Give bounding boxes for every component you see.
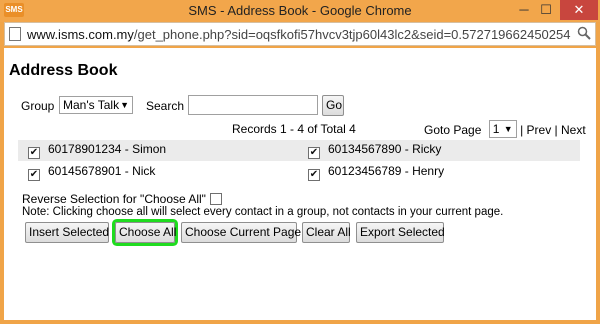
browser-window: SMS SMS - Address Book - Google Chrome ─…: [0, 0, 600, 324]
title-bar: SMS SMS - Address Book - Google Chrome ─…: [0, 0, 600, 22]
magnifier-icon[interactable]: [577, 26, 591, 43]
goto-page-label: Goto Page: [424, 123, 482, 137]
contact-item[interactable]: 60123456789 - Henry: [308, 164, 444, 181]
chevron-down-icon: ▼: [120, 100, 129, 110]
close-icon[interactable]: ✕: [560, 0, 598, 20]
goto-page-select[interactable]: 1 ▼: [488, 120, 517, 138]
contact-label: 60123456789 - Henry: [328, 164, 445, 178]
choose-all-button[interactable]: Choose All: [115, 222, 176, 243]
contact-checkbox[interactable]: [308, 169, 320, 181]
contact-item[interactable]: 60178901234 - Simon: [28, 142, 166, 159]
reverse-selection: Reverse Selection for "Choose All": [22, 192, 222, 206]
search-input[interactable]: [188, 95, 318, 115]
chevron-down-icon: ▼: [503, 124, 513, 134]
reverse-selection-checkbox[interactable]: [209, 193, 222, 205]
next-link[interactable]: Next: [561, 123, 586, 137]
table-row: 60145678901 - Nick 60123456789 - Henry: [18, 162, 580, 183]
contact-checkbox[interactable]: [308, 147, 320, 159]
records-count: Records 1 - 4 of Total 4: [232, 122, 356, 136]
note-text: Note: Clicking choose all will select ev…: [22, 206, 504, 218]
group-select[interactable]: Man's Talk ▼: [59, 96, 133, 114]
contact-list: 60178901234 - Simon 60134567890 - Ricky …: [18, 140, 580, 184]
pager: Goto Page 1 ▼ | Prev | Next: [424, 120, 586, 139]
page-content: Address Book Group Man's Talk ▼ Search G…: [4, 48, 596, 320]
go-button[interactable]: Go: [322, 95, 344, 116]
maximize-icon[interactable]: ☐: [532, 0, 560, 20]
contact-label: 60134567890 - Ricky: [328, 142, 442, 156]
contact-label: 60145678901 - Nick: [48, 164, 156, 178]
contact-item[interactable]: 60145678901 - Nick: [28, 164, 155, 181]
contact-checkbox[interactable]: [28, 147, 40, 159]
page-icon: [9, 27, 21, 41]
group-select-value: Man's Talk: [63, 98, 120, 112]
page-title: Address Book: [9, 62, 118, 79]
prev-link[interactable]: | Prev |: [520, 123, 558, 137]
url-path: /get_phone.php?sid=oqsfkofi57hvcv3tjp60l…: [133, 27, 571, 42]
choose-current-page-button[interactable]: Choose Current Page: [181, 222, 301, 243]
search-label: Search: [146, 99, 185, 113]
address-bar[interactable]: www.isms.com.my/get_phone.php?sid=oqsfko…: [4, 22, 596, 46]
contact-label: 60178901234 - Simon: [48, 142, 167, 156]
reverse-selection-label: Reverse Selection for "Choose All": [22, 192, 206, 206]
group-label: Group: [21, 99, 55, 113]
contact-checkbox[interactable]: [28, 169, 40, 181]
table-row: 60178901234 - Simon 60134567890 - Ricky: [18, 140, 580, 161]
clear-all-button[interactable]: Clear All: [302, 222, 351, 243]
insert-selected-button[interactable]: Insert Selected: [25, 222, 109, 243]
export-selected-button[interactable]: Export Selected: [356, 222, 445, 243]
url-host: www.isms.com.my: [27, 27, 134, 42]
contact-item[interactable]: 60134567890 - Ricky: [308, 142, 441, 159]
url-text[interactable]: www.isms.com.my/get_phone.php?sid=oqsfko…: [27, 27, 572, 42]
goto-page-value: 1: [492, 122, 500, 136]
